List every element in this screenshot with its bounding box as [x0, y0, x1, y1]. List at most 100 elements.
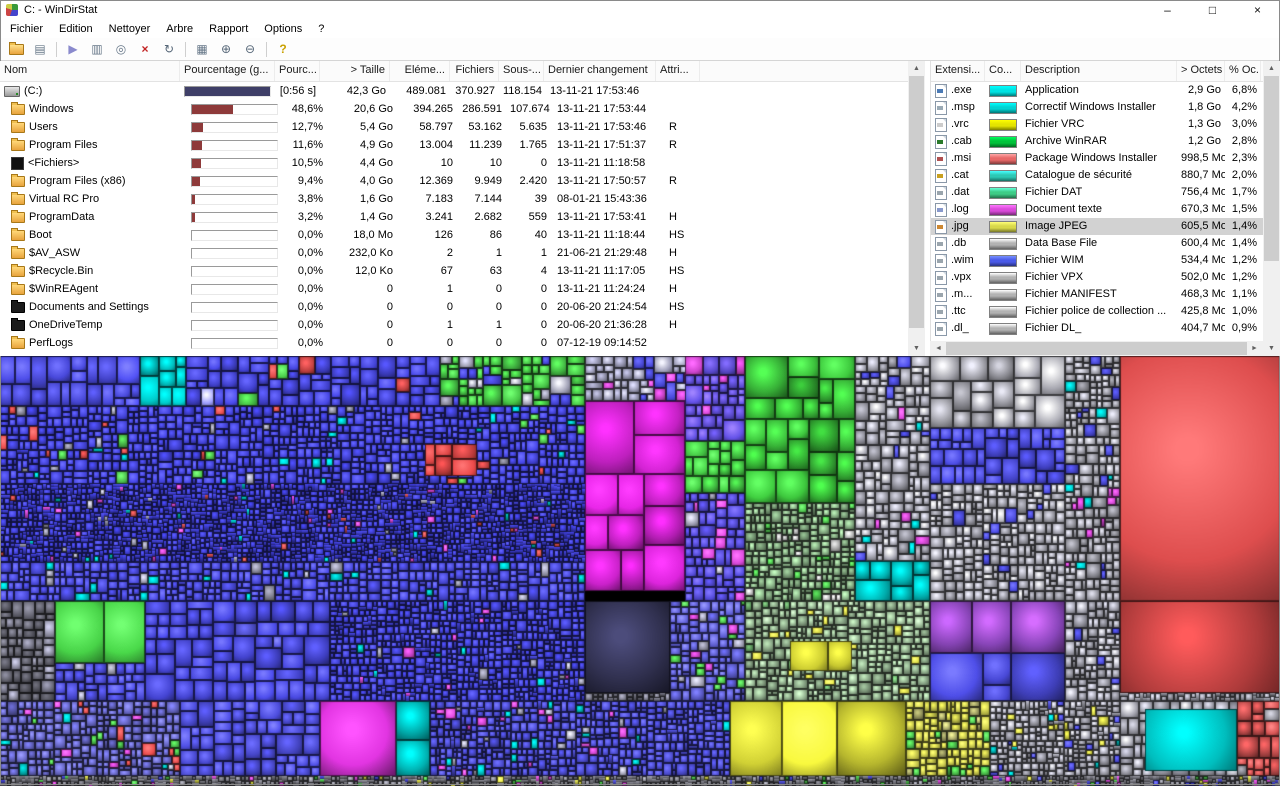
- tree-row[interactable]: OneDriveTemp 0,0% 0 1 1 0 20-06-20 21:36:28 H: [0, 316, 908, 334]
- ext-scroll-up-button[interactable]: ▲: [1263, 61, 1280, 76]
- extension-name-cell: .wim: [931, 252, 985, 269]
- extension-row[interactable]: .m... Fichier MANIFEST 468,3 Mo 1,1%: [931, 286, 1264, 303]
- extension-row[interactable]: .msp Correctif Windows Installer 1,8 Go 4,2…: [931, 99, 1264, 116]
- tree-column-fichiers[interactable]: Fichiers: [450, 61, 499, 81]
- tree-cell-items: 1: [446, 283, 453, 295]
- ext-vertical-scrollbar[interactable]: ▲ ▼: [1263, 61, 1280, 356]
- tree-scroll-down-button[interactable]: ▼: [908, 341, 925, 356]
- tree-row[interactable]: $WinREAgent 0,0% 0 1 0 0 13-11-21 11:24:24 H: [0, 280, 908, 298]
- extension-row[interactable]: .exe Application 2,9 Go 6,8%: [931, 82, 1264, 99]
- tree-row[interactable]: <Fichiers> 10,5% 4,4 Go 10 10 0 13-11-21 11:18…: [0, 154, 908, 172]
- percentage-bar: [191, 139, 278, 151]
- extension-row[interactable]: .dl_ Fichier DL_ 404,7 Mo 0,9%: [931, 320, 1264, 337]
- tree-scroll-up-button[interactable]: ▲: [908, 61, 925, 76]
- tree-row[interactable]: Windows 48,6% 20,6 Go 394.265 286.591 107.674…: [0, 100, 908, 118]
- ext-cell-bytes: 2,9 Go: [1187, 84, 1221, 96]
- tree-scrollbar-thumb[interactable]: [909, 76, 924, 328]
- ext-scroll-right-button[interactable]: ►: [1246, 341, 1263, 356]
- copy-icon[interactable]: ▥: [86, 40, 108, 59]
- delete-icon[interactable]: ×: [134, 40, 156, 59]
- menu-fichier[interactable]: Fichier: [2, 22, 51, 36]
- ext-cell-description: Fichier police de collection ...: [1025, 305, 1167, 317]
- ext-scrollbar-thumb[interactable]: [1264, 76, 1279, 261]
- help-icon[interactable]: ?: [272, 40, 294, 59]
- ext-column-extensi[interactable]: Extensi...: [931, 61, 985, 81]
- extension-row[interactable]: .wim Fichier WIM 534,4 Mo 1,2%: [931, 252, 1264, 269]
- ext-column-oc[interactable]: % Oc...: [1225, 61, 1261, 81]
- ext-column-description[interactable]: Description: [1021, 61, 1177, 81]
- treemap-canvas[interactable]: [0, 356, 1280, 786]
- extension-row[interactable]: .cab Archive WinRAR 1,2 Go 2,8%: [931, 133, 1264, 150]
- file-type-icon-accent: [937, 190, 943, 195]
- tree-vertical-scrollbar[interactable]: ▲ ▼: [908, 61, 925, 356]
- tree-row[interactable]: Program Files (x86) 9,4% 4,0 Go 12.369 9.949…: [0, 172, 908, 190]
- tree-row[interactable]: PerfLogs 0,0% 0 0 0 0 07-12-19 09:14:52: [0, 334, 908, 352]
- zoom-out-icon[interactable]: ⊖: [239, 40, 261, 59]
- extension-row[interactable]: .db Data Base File 600,4 Mo 1,4%: [931, 235, 1264, 252]
- extension-row[interactable]: .msi Package Windows Installer 998,5 Mo 2,3…: [931, 150, 1264, 167]
- tree-row[interactable]: $AV_ASW 0,0% 232,0 Ko 2 1 1 21-06-21 21:29:48 H: [0, 244, 908, 262]
- tree-column-taille[interactable]: > Taille: [320, 61, 390, 81]
- extension-row[interactable]: .ttc Fichier police de collection ... 425,…: [931, 303, 1264, 320]
- tree-cell-percent: 0,0%: [297, 301, 323, 313]
- zoom-in-icon[interactable]: ⊕: [215, 40, 237, 59]
- ext-scroll-left-button[interactable]: ◄: [930, 341, 947, 356]
- ext-cell-percent: 1,4%: [1231, 237, 1257, 249]
- report-icon[interactable]: ▦: [191, 40, 213, 59]
- ext-column-co[interactable]: Co...: [985, 61, 1021, 81]
- tree-column-pourcentage-g[interactable]: Pourcentage (g...: [180, 61, 275, 81]
- menu-nettoyer[interactable]: Nettoyer: [101, 22, 159, 36]
- zoom-icon[interactable]: ◎: [110, 40, 132, 59]
- maximize-button[interactable]: □: [1190, 0, 1235, 20]
- ext-horizontal-scrollbar[interactable]: ◄ ►: [930, 341, 1263, 356]
- extension-label: .m...: [951, 288, 973, 300]
- extension-row[interactable]: .cat Catalogue de sécurité 880,7 Mo 2,0%: [931, 167, 1264, 184]
- tree-row[interactable]: Documents and Settings 0,0% 0 0 0 0 20-06-20 2…: [0, 298, 908, 316]
- refresh-icon[interactable]: ↻: [158, 40, 180, 59]
- tree-column-nom[interactable]: Nom: [0, 61, 180, 81]
- tree-column-el-me[interactable]: Eléme...: [390, 61, 450, 81]
- tree-cell-percent: 0,0%: [297, 337, 323, 349]
- menu-help[interactable]: ?: [310, 22, 332, 36]
- menu-arbre[interactable]: Arbre: [158, 22, 201, 36]
- extension-row[interactable]: .vrc Fichier VRC 1,3 Go 3,0%: [931, 116, 1264, 133]
- open-folder-icon[interactable]: [5, 40, 27, 59]
- tree-cell-changed: 13-11-21 11:18:58: [557, 157, 646, 169]
- toolbar-separator: [185, 41, 186, 57]
- extension-row[interactable]: .dat Fichier DAT 756,4 Mo 1,7%: [931, 184, 1264, 201]
- extension-row[interactable]: .jpg Image JPEG 605,5 Mo 1,4%: [931, 218, 1264, 235]
- ext-column-octets[interactable]: > Octets: [1177, 61, 1225, 81]
- tree-column-pourc[interactable]: Pourc...: [275, 61, 320, 81]
- folder-name-label: Virtual RC Pro: [29, 193, 100, 205]
- file-tree-icon[interactable]: ▤: [29, 40, 51, 59]
- extension-row[interactable]: .vpx Fichier VPX 502,0 Mo 1,2%: [931, 269, 1264, 286]
- extension-name-cell: .cab: [931, 133, 985, 150]
- tree-column-attri[interactable]: Attri...: [656, 61, 700, 81]
- close-button[interactable]: ×: [1235, 0, 1280, 20]
- percentage-bar-fill: [192, 122, 203, 132]
- extension-row[interactable]: .log Document texte 670,3 Mo 1,5%: [931, 201, 1264, 218]
- folder-icon: [11, 101, 25, 115]
- tree-row[interactable]: (C:) [0:56 s] 42,3 Go 489.081 370.927 118.154…: [0, 82, 908, 100]
- tree-row[interactable]: $Recycle.Bin 0,0% 12,0 Ko 67 63 4 13-11-21 11:…: [0, 262, 908, 280]
- minimize-button[interactable]: –: [1145, 0, 1190, 20]
- tree-row[interactable]: Users 12,7% 5,4 Go 58.797 53.162 5.635 13-11-2…: [0, 118, 908, 136]
- ext-cell-bytes: 468,3 Mo: [1181, 288, 1225, 300]
- menu-edition[interactable]: Edition: [51, 22, 101, 36]
- ext-scroll-down-button[interactable]: ▼: [1263, 341, 1280, 356]
- file-type-icon-accent: [937, 207, 943, 212]
- tree-row[interactable]: Program Files 11,6% 4,9 Go 13.004 11.239 1.76…: [0, 136, 908, 154]
- ext-cell-bytes: 880,7 Mo: [1181, 169, 1225, 181]
- ext-cell-description: Fichier DAT: [1025, 186, 1083, 198]
- percentage-bar-cell: [187, 316, 282, 334]
- play-icon[interactable]: ▶: [62, 40, 84, 59]
- menu-options[interactable]: Options: [256, 22, 310, 36]
- tree-row[interactable]: ProgramData 3,2% 1,4 Go 3.241 2.682 559 13-11-…: [0, 208, 908, 226]
- ext-hscrollbar-thumb[interactable]: [946, 342, 1247, 355]
- tree-row[interactable]: Boot 0,0% 18,0 Mo 126 86 40 13-11-21 11:18:44 H…: [0, 226, 908, 244]
- tree-row[interactable]: Virtual RC Pro 3,8% 1,6 Go 7.183 7.144 39 08-0…: [0, 190, 908, 208]
- menu-rapport[interactable]: Rapport: [201, 22, 256, 36]
- tree-column-sous[interactable]: Sous-...: [499, 61, 544, 81]
- drive-icon: [4, 85, 20, 97]
- tree-column-dernier-changement[interactable]: Dernier changement: [544, 61, 656, 81]
